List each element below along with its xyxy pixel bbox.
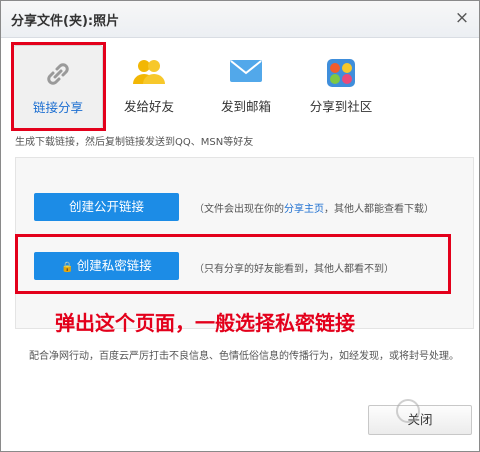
share-homepage-link[interactable]: 分享主页 <box>284 204 324 215</box>
dialog-titlebar: 分享文件(夹):照片 × <box>1 1 479 38</box>
close-button[interactable]: 关闭 <box>368 405 472 435</box>
tab-share-community[interactable]: 分享到社区 <box>299 45 383 127</box>
link-icon <box>42 58 74 94</box>
annotation-text: 弹出这个页面，一般选择私密链接 <box>55 311 355 335</box>
lock-icon: 🔒 <box>61 262 74 273</box>
share-dialog: 分享文件(夹):照片 × 链接分享 发给好友 发到邮箱 分享到社区 生成下载链接… <box>0 0 480 452</box>
tab-send-email[interactable]: 发到邮箱 <box>206 45 286 127</box>
tab-label: 分享到社区 <box>309 99 373 114</box>
public-link-note-before: （文件会出现在你的 <box>194 204 284 215</box>
dialog-title: 分享文件(夹):照片 <box>11 14 120 29</box>
tab-link-share[interactable]: 链接分享 <box>13 45 103 129</box>
link-options-panel: 创建公开链接 （文件会出现在你的分享主页，其他人都能查看下载） 🔒 创建私密链接 … <box>15 157 474 329</box>
private-link-note: （只有分享的好友能看到，其他人都看不到） <box>194 264 394 275</box>
friends-icon <box>132 57 166 91</box>
close-icon[interactable]: × <box>451 7 473 29</box>
public-link-note: （文件会出现在你的分享主页，其他人都能查看下载） <box>194 200 434 215</box>
watermark-icon <box>396 399 420 423</box>
tab-label: 发到邮箱 <box>220 99 271 114</box>
footer-notice: 配合净网行动，百度云严厉打击不良信息、色情低俗信息的传播行为，如经发现，或将封号… <box>29 351 459 362</box>
tab-label: 链接分享 <box>32 100 83 115</box>
share-description: 生成下载链接，然后复制链接发送到QQ、MSN等好友 <box>15 137 254 148</box>
create-public-link-label: 创建公开链接 <box>68 199 144 214</box>
create-public-link-button[interactable]: 创建公开链接 <box>34 193 179 221</box>
public-link-note-after: ，其他人都能查看下载） <box>324 204 434 215</box>
mail-icon <box>229 57 263 89</box>
community-icon <box>325 57 357 93</box>
tab-send-friends[interactable]: 发给好友 <box>109 45 189 127</box>
create-private-link-label: 创建私密链接 <box>76 258 152 273</box>
create-private-link-button[interactable]: 🔒 创建私密链接 <box>34 252 179 280</box>
tab-label: 发给好友 <box>123 99 174 114</box>
